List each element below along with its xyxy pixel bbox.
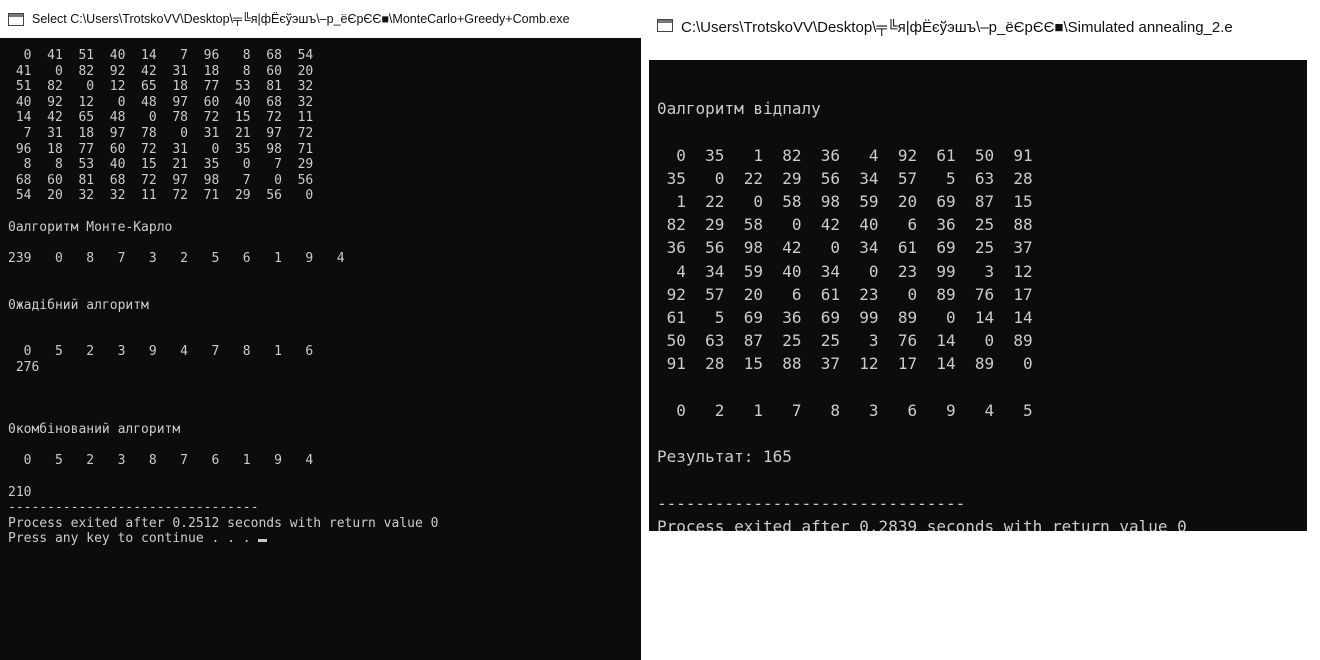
console-line: 36 56 98 42 0 34 61 69 25 37 <box>657 238 1033 258</box>
console-line: 68 60 81 68 72 97 98 7 0 56 <box>8 172 314 188</box>
console-line: Process exited after 0.2839 seconds with… <box>657 516 1187 531</box>
console-line: 0алгоритм Монте-Карло <box>8 219 173 235</box>
text-cursor <box>258 539 268 543</box>
console-line: 91 28 15 88 37 12 17 14 89 0 <box>657 354 1033 374</box>
console-line: Process exited after 0.2512 seconds with… <box>8 515 439 531</box>
console-line: 82 29 58 0 42 40 6 36 25 88 <box>657 215 1033 235</box>
console-line: 0 5 2 3 8 7 6 1 9 4 <box>8 453 314 469</box>
console-line: 8 8 53 40 15 21 35 0 7 29 <box>8 157 314 173</box>
window-title: C:\Users\TrotskoVV\Desktop\╤╚я|фЁєўэшъ\–… <box>681 19 1233 36</box>
console-line: -------------------------------- <box>657 493 966 513</box>
window-title: Select C:\Users\TrotskoVV\Desktop\╤╚я|фЁ… <box>32 12 570 26</box>
console-line: 0жадібний алгоритм <box>8 297 149 313</box>
console-line: 7 31 18 97 78 0 31 21 97 72 <box>8 125 314 141</box>
console-app-icon <box>657 19 673 32</box>
console-line: 41 0 82 92 42 31 18 8 60 20 <box>8 63 314 79</box>
console-line: 40 92 12 0 48 97 60 40 68 32 <box>8 94 314 110</box>
console-line: 210 <box>8 484 32 500</box>
console-line: 0комбінований алгоритм <box>8 422 181 438</box>
console-line: 92 57 20 6 61 23 0 89 76 17 <box>657 284 1033 304</box>
console-line: 1 22 0 58 98 59 20 69 87 15 <box>657 192 1033 212</box>
console-window-right[interactable]: C:\Users\TrotskoVV\Desktop\╤╚я|фЁєўэшъ\–… <box>649 0 1307 531</box>
console-prompt: Press any key to continue . . . <box>8 531 641 547</box>
console-app-icon <box>8 12 24 26</box>
title-bar[interactable]: Select C:\Users\TrotskoVV\Desktop\╤╚я|фЁ… <box>0 0 641 38</box>
console-line: Результат: 165 <box>657 447 792 467</box>
console-line: -------------------------------- <box>8 500 259 516</box>
console-line: 0 2 1 7 8 3 6 9 4 5 <box>657 400 1033 420</box>
console-line: 51 82 0 12 65 18 77 53 81 32 <box>8 79 314 95</box>
console-line: 14 42 65 48 0 78 72 15 72 11 <box>8 110 314 126</box>
console-output[interactable]: 0алгоритм відпалу 0 35 1 82 36 4 92 61 5… <box>649 60 1307 531</box>
console-line: 96 18 77 60 72 31 0 35 98 71 <box>8 141 314 157</box>
console-line: 276 <box>8 359 40 375</box>
console-line: 0 5 2 3 9 4 7 8 1 6 <box>8 344 314 360</box>
console-line: 54 20 32 32 11 72 71 29 56 0 <box>8 188 314 204</box>
console-line: 61 5 69 36 69 99 89 0 14 14 <box>657 308 1033 328</box>
console-line: 239 0 8 7 3 2 5 6 1 9 4 <box>8 250 345 266</box>
console-line: 35 0 22 29 56 34 57 5 63 28 <box>657 168 1033 188</box>
title-bar[interactable]: C:\Users\TrotskoVV\Desktop\╤╚я|фЁєўэшъ\–… <box>649 0 1307 60</box>
console-output[interactable]: 0 41 51 40 14 7 96 8 68 54 41 0 82 92 42… <box>0 38 641 660</box>
prompt-text: Press any key to continue . . . <box>8 531 259 547</box>
console-line: 0алгоритм відпалу <box>657 99 821 119</box>
console-line: 0 41 51 40 14 7 96 8 68 54 <box>8 48 314 63</box>
console-line: 4 34 59 40 34 0 23 99 3 12 <box>657 261 1033 281</box>
console-line: 0 35 1 82 36 4 92 61 50 91 <box>657 145 1033 165</box>
console-window-left[interactable]: Select C:\Users\TrotskoVV\Desktop\╤╚я|фЁ… <box>0 0 641 660</box>
console-line: 50 63 87 25 25 3 76 14 0 89 <box>657 331 1033 351</box>
